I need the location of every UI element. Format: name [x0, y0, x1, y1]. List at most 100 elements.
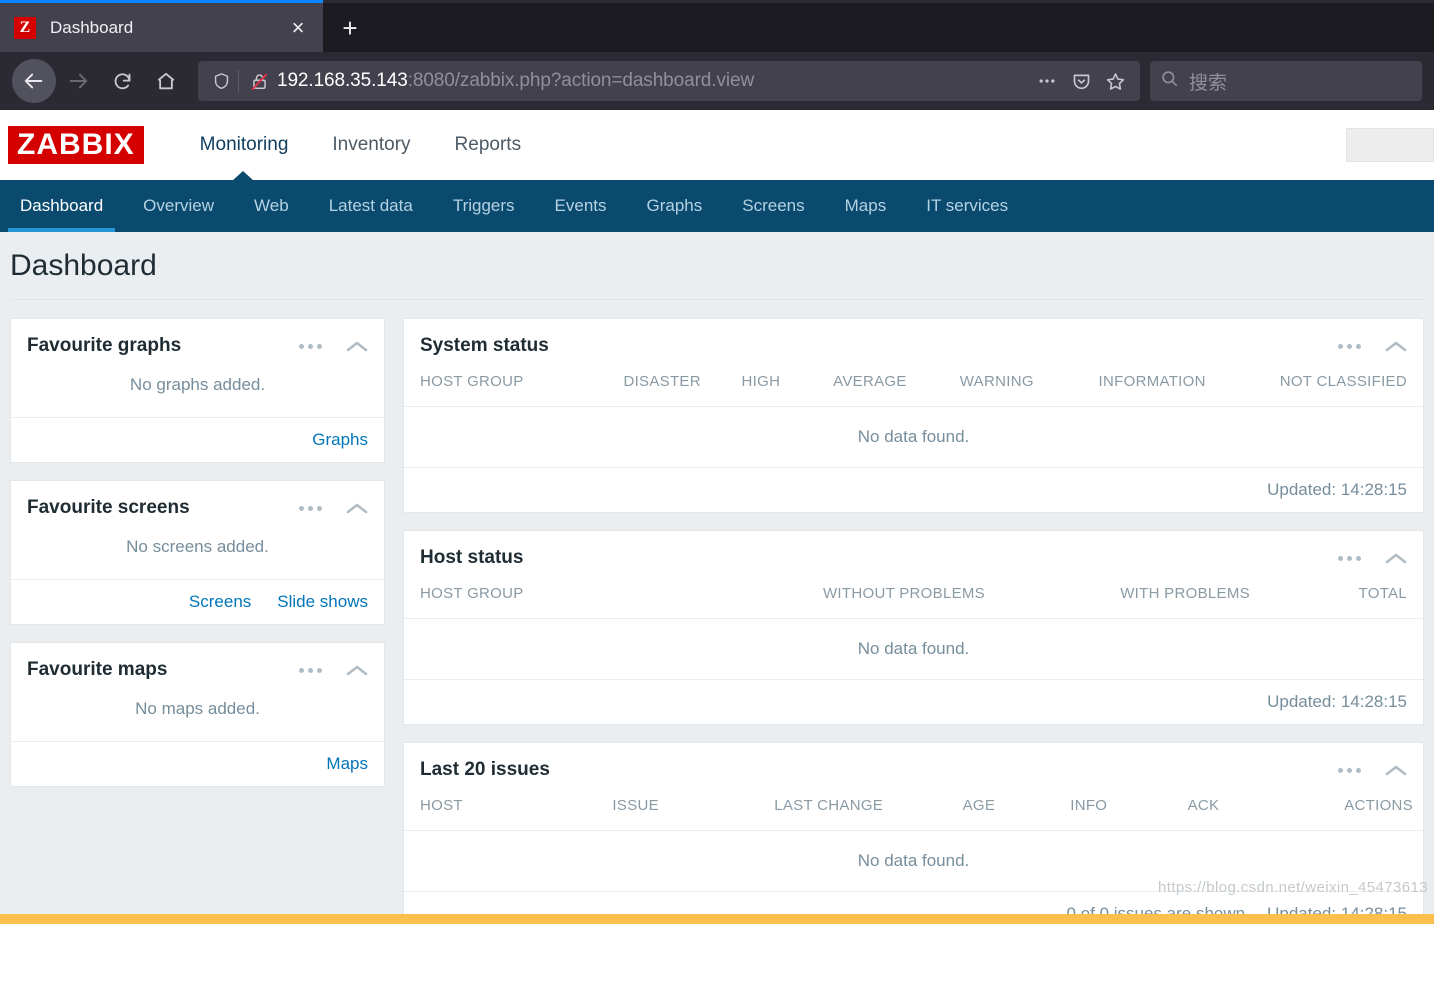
chevron-up-icon[interactable] [346, 664, 368, 677]
subnav-item-it-services[interactable]: IT services [906, 180, 1028, 232]
col-last-change[interactable]: LAST CHANGE [669, 793, 893, 831]
bookmark-star-icon[interactable] [1098, 64, 1132, 98]
chevron-up-icon[interactable] [346, 502, 368, 515]
col-with-problems[interactable]: WITH PROBLEMS [995, 581, 1260, 619]
subnav-item-screens[interactable]: Screens [722, 180, 824, 232]
more-options-icon[interactable] [297, 664, 324, 677]
subnav-item-events[interactable]: Events [535, 180, 627, 232]
subnav-item-web[interactable]: Web [234, 180, 309, 232]
widget-favourite-maps: Favourite maps No maps added. Maps [10, 642, 385, 787]
widget-favourite-graphs: Favourite graphs No graphs added. Graphs [10, 318, 385, 463]
table-row: No data found. [404, 830, 1423, 891]
browser-tab-dashboard[interactable]: Z Dashboard × [0, 3, 323, 52]
subnav-item-triggers[interactable]: Triggers [433, 180, 535, 232]
link-maps[interactable]: Maps [326, 754, 368, 774]
chevron-up-icon[interactable] [1385, 552, 1407, 565]
system-status-table: HOST GROUP DISASTER HIGH AVERAGE WARNING… [404, 369, 1423, 467]
col-warning[interactable]: WARNING [917, 369, 1044, 407]
page-actions-icon[interactable] [1030, 64, 1064, 98]
main-menu: Monitoring Inventory Reports [178, 134, 543, 156]
widget-empty-message: No screens added. [126, 537, 269, 556]
reload-icon[interactable] [100, 59, 144, 103]
table-header-row: HOST GROUP WITHOUT PROBLEMS WITH PROBLEM… [404, 581, 1423, 619]
subnav-item-maps[interactable]: Maps [825, 180, 907, 232]
col-without-problems[interactable]: WITHOUT PROBLEMS [710, 581, 995, 619]
updated-timestamp: Updated: 14:28:15 [1267, 904, 1407, 914]
table-header-row: HOST GROUP DISASTER HIGH AVERAGE WARNING… [404, 369, 1423, 407]
search-icon [1160, 69, 1179, 93]
menu-item-monitoring[interactable]: Monitoring [178, 134, 311, 156]
widget-host-status: Host status HOST GROUP WITHOUT PROBLEMS … [403, 530, 1424, 725]
updated-timestamp: Updated: 14:28:15 [1267, 692, 1407, 711]
widget-header: Favourite maps [11, 643, 384, 693]
col-ack[interactable]: ACK [1117, 793, 1229, 831]
link-slide-shows[interactable]: Slide shows [277, 592, 368, 612]
dashboard-left-column: Favourite graphs No graphs added. Graphs… [10, 318, 385, 804]
url-path: :8080/zabbix.php?action=dashboard.view [407, 70, 755, 91]
col-host-group[interactable]: HOST GROUP [404, 581, 710, 619]
widget-header: Last 20 issues [404, 743, 1423, 793]
col-host-group[interactable]: HOST GROUP [404, 369, 579, 407]
widget-title: Host status [420, 547, 524, 568]
zabbix-logo[interactable]: ZABBIX [8, 125, 144, 165]
subnav-item-dashboard[interactable]: Dashboard [0, 180, 123, 232]
browser-search-bar[interactable]: 搜索 [1150, 61, 1422, 101]
chevron-up-icon[interactable] [346, 340, 368, 353]
chevron-up-icon[interactable] [1385, 340, 1407, 353]
widget-last-20-issues: Last 20 issues HOST ISSUE LAST CHANGE AG… [403, 742, 1424, 914]
col-age[interactable]: AGE [893, 793, 1005, 831]
home-icon[interactable] [144, 59, 188, 103]
dashboard-right-column: System status HOST GROUP DISASTER HIGH A… [403, 318, 1424, 914]
forward-icon[interactable] [56, 59, 100, 103]
col-high[interactable]: HIGH [711, 369, 790, 407]
more-options-icon[interactable] [1336, 764, 1363, 777]
widget-footer: 0 of 0 issues are shown Updated: 14:28:1… [404, 891, 1423, 914]
col-actions[interactable]: ACTIONS [1229, 793, 1423, 831]
zabbix-header: ZABBIX Monitoring Inventory Reports [0, 110, 1434, 180]
widget-title: Last 20 issues [420, 759, 550, 780]
url-text[interactable]: 192.168.35.143:8080/zabbix.php?action=da… [273, 70, 1030, 92]
table-header-row: HOST ISSUE LAST CHANGE AGE INFO ACK ACTI… [404, 793, 1423, 831]
pocket-icon[interactable] [1064, 64, 1098, 98]
col-information[interactable]: INFORMATION [1044, 369, 1216, 407]
back-icon[interactable] [12, 59, 56, 103]
more-options-icon[interactable] [1336, 552, 1363, 565]
zabbix-favicon-icon: Z [14, 16, 36, 39]
more-options-icon[interactable] [297, 340, 324, 353]
widget-title: Favourite graphs [27, 335, 182, 356]
search-input[interactable]: 搜索 [1189, 68, 1227, 95]
col-total[interactable]: TOTAL [1260, 581, 1423, 619]
chevron-up-icon[interactable] [1385, 764, 1407, 777]
menu-item-reports[interactable]: Reports [433, 134, 544, 156]
more-options-icon[interactable] [297, 502, 324, 515]
insecure-lock-icon[interactable] [245, 71, 273, 92]
table-row: No data found. [404, 618, 1423, 679]
host-status-table: HOST GROUP WITHOUT PROBLEMS WITH PROBLEM… [404, 581, 1423, 679]
updated-timestamp: Updated: 14:28:15 [1267, 480, 1407, 499]
widget-title: Favourite maps [27, 659, 168, 680]
widget-header: Favourite graphs [11, 319, 384, 369]
col-disaster[interactable]: DISASTER [579, 369, 711, 407]
browser-tabstrip: Z Dashboard × + [0, 3, 1434, 52]
browser-tab-title: Dashboard [50, 17, 134, 37]
subnav-item-overview[interactable]: Overview [123, 180, 234, 232]
col-not-classified[interactable]: NOT CLASSIFIED [1216, 369, 1423, 407]
link-screens[interactable]: Screens [189, 592, 251, 612]
close-icon[interactable]: × [283, 13, 313, 43]
last-issues-table: HOST ISSUE LAST CHANGE AGE INFO ACK ACTI… [404, 793, 1423, 891]
col-issue[interactable]: ISSUE [536, 793, 668, 831]
col-host[interactable]: HOST [404, 793, 536, 831]
col-info[interactable]: INFO [1005, 793, 1117, 831]
browser-navbar: 192.168.35.143:8080/zabbix.php?action=da… [0, 52, 1434, 110]
subnav-item-latest-data[interactable]: Latest data [309, 180, 433, 232]
link-graphs[interactable]: Graphs [312, 430, 368, 450]
url-bar[interactable]: 192.168.35.143:8080/zabbix.php?action=da… [198, 61, 1140, 101]
sub-navigation: Dashboard Overview Web Latest data Trigg… [0, 171, 1434, 232]
new-tab-icon[interactable]: + [323, 3, 377, 52]
more-options-icon[interactable] [1336, 340, 1363, 353]
zabbix-search-input[interactable] [1346, 128, 1434, 162]
col-average[interactable]: AVERAGE [790, 369, 916, 407]
menu-item-inventory[interactable]: Inventory [310, 134, 432, 156]
subnav-item-graphs[interactable]: Graphs [627, 180, 723, 232]
widget-favourite-screens: Favourite screens No screens added. Scre… [10, 480, 385, 625]
